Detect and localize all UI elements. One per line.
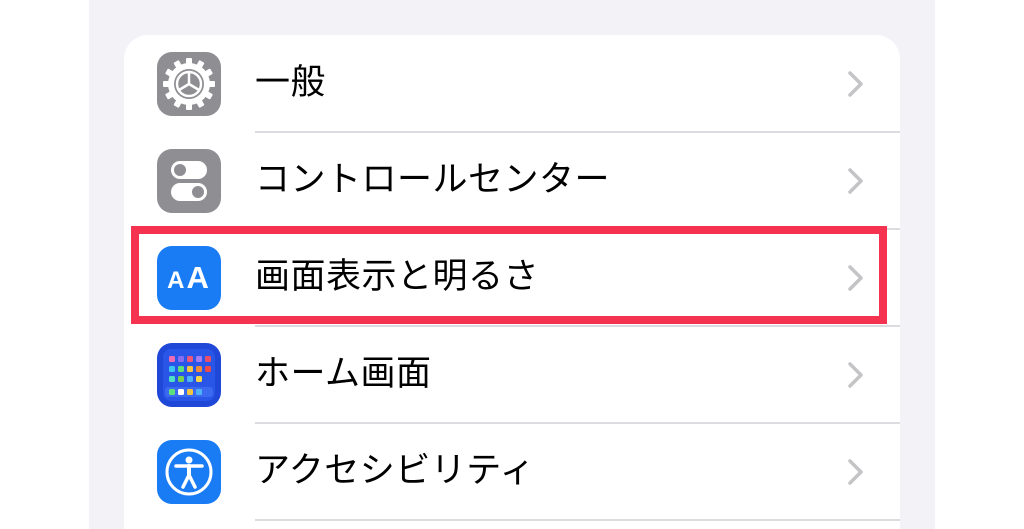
chevron-right-icon (848, 459, 863, 485)
highlight-frame (131, 226, 887, 324)
chevron-right-icon (848, 71, 863, 97)
settings-row-label: ホーム画面 (255, 354, 432, 394)
row-separator (255, 519, 900, 521)
settings-row-control-center[interactable]: コントロールセンター (124, 132, 900, 229)
chevron-right-icon (848, 168, 863, 194)
settings-row-general[interactable]: 一般 (124, 35, 900, 132)
accessibility-icon (157, 440, 221, 504)
toggles-icon (157, 149, 221, 213)
settings-row-accessibility[interactable]: アクセシビリティ (124, 423, 900, 520)
chevron-right-icon (848, 362, 863, 388)
settings-row-label: コントロールセンター (255, 160, 611, 200)
settings-row-home-screen[interactable]: ホーム画面 (124, 326, 900, 423)
settings-row-label: 一般 (255, 63, 327, 103)
home-screen-grid-icon (157, 343, 221, 407)
settings-row-label: アクセシビリティ (255, 451, 536, 491)
gear-icon (157, 52, 221, 116)
